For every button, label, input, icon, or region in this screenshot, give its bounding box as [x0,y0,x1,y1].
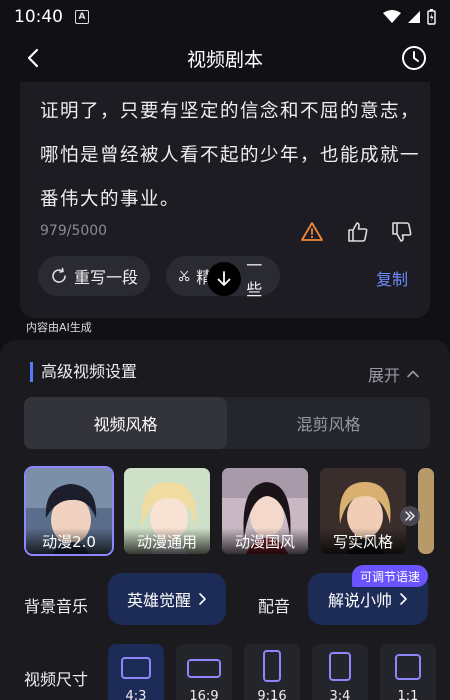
arrow-down-icon [217,271,231,286]
double-chevron-right-icon [405,511,415,521]
ratio-1-1-icon [395,654,421,680]
size-option-16-9[interactable]: 16:9 [176,644,232,700]
tab-video-style[interactable]: 视频风格 [24,397,227,449]
style-label: 动漫2.0 [26,528,112,554]
style-card-anime-chinese[interactable]: 动漫国风 [220,466,310,556]
report-warning-icon[interactable] [300,220,324,244]
style-card-anime-2[interactable]: 动漫2.0 [24,466,114,556]
ratio-16-9-icon [187,659,221,678]
chevron-up-icon [407,370,419,378]
top-bar: 视频剧本 [0,34,450,82]
size-label: 视频尺寸 [24,670,89,689]
expand-button[interactable]: 展开 [368,362,420,386]
style-list: 动漫2.0 动漫通用 动漫国风 写实风格 [24,466,450,558]
music-select-button[interactable]: 英雄觉醒 [108,573,226,625]
ratio-9-16-icon [263,650,281,682]
thumbs-up-icon[interactable] [346,220,370,244]
history-clock-icon[interactable] [400,44,428,72]
style-label: 动漫通用 [124,528,210,554]
ai-generated-note: 内容由AI生成 [26,321,92,334]
page-title: 视频剧本 [186,48,263,71]
ratio-label: 4:3 [125,689,147,700]
size-option-3-4[interactable]: 3:4 [312,644,368,700]
back-arrow-icon[interactable] [22,46,46,70]
rewrite-button[interactable]: 重写一段 [38,256,151,296]
signal-icon [408,11,420,23]
copy-button[interactable]: 复制 [376,266,408,290]
tab-mix-style[interactable]: 混剪风格 [227,397,430,449]
notification-a-icon: A [75,10,89,24]
thumbs-down-icon[interactable] [390,220,414,244]
style-card-realistic[interactable]: 写实风格 [318,466,408,556]
size-options: 4:3 16:9 9:16 3:4 1:1 [108,644,436,700]
ratio-label: 3:4 [329,689,351,700]
size-option-1-1[interactable]: 1:1 [380,644,436,700]
script-text: 证明了，只要有坚定的信念和不屈的意志，哪怕是曾经被人看不起的少年，也能成就一番伟… [40,101,421,210]
battery-icon [427,9,436,25]
section-title: 高级视频设置 [30,362,137,382]
chevron-right-icon [199,593,206,605]
advanced-settings-panel: 高级视频设置 展开 视频风格 混剪风格 动漫2.0 动漫通用 动漫国风 写实风格 [0,340,450,700]
ratio-3-4-icon [329,652,351,681]
speed-adjust-badge: 可调节语速 [352,565,429,587]
rewrite-label: 重写一段 [74,268,139,287]
status-time: 10:40 [14,7,63,27]
style-label: 写实风格 [320,528,406,554]
size-option-4-3[interactable]: 4:3 [108,644,164,700]
status-icons [383,9,436,25]
refresh-icon [52,267,66,283]
style-label: 动漫国风 [222,528,308,554]
char-count: 979/5000 [40,223,108,239]
expand-label: 展开 [367,366,400,385]
style-card-anime-general[interactable]: 动漫通用 [122,466,212,556]
status-bar: 10:40 A [0,0,450,34]
style-tabs: 视频风格 混剪风格 [24,397,430,449]
ratio-label: 1:1 [397,689,419,700]
scissors-icon [178,270,190,282]
scroll-right-button[interactable] [400,506,420,526]
scroll-down-button[interactable] [207,262,241,296]
ratio-4-3-icon [121,657,151,679]
chevron-right-icon [400,593,407,605]
style-thumbnail-image [418,468,434,554]
trim-label-tail: 一些 [246,256,263,299]
music-value: 英雄觉醒 [126,591,191,610]
ratio-label: 16:9 [189,689,219,700]
ratio-label: 9:16 [257,689,287,700]
size-option-9-16[interactable]: 9:16 [244,644,300,700]
voice-value: 解说小帅 [327,591,392,610]
wifi-icon [383,10,401,23]
voice-label: 配音 [258,597,291,616]
music-label: 背景音乐 [24,597,89,616]
